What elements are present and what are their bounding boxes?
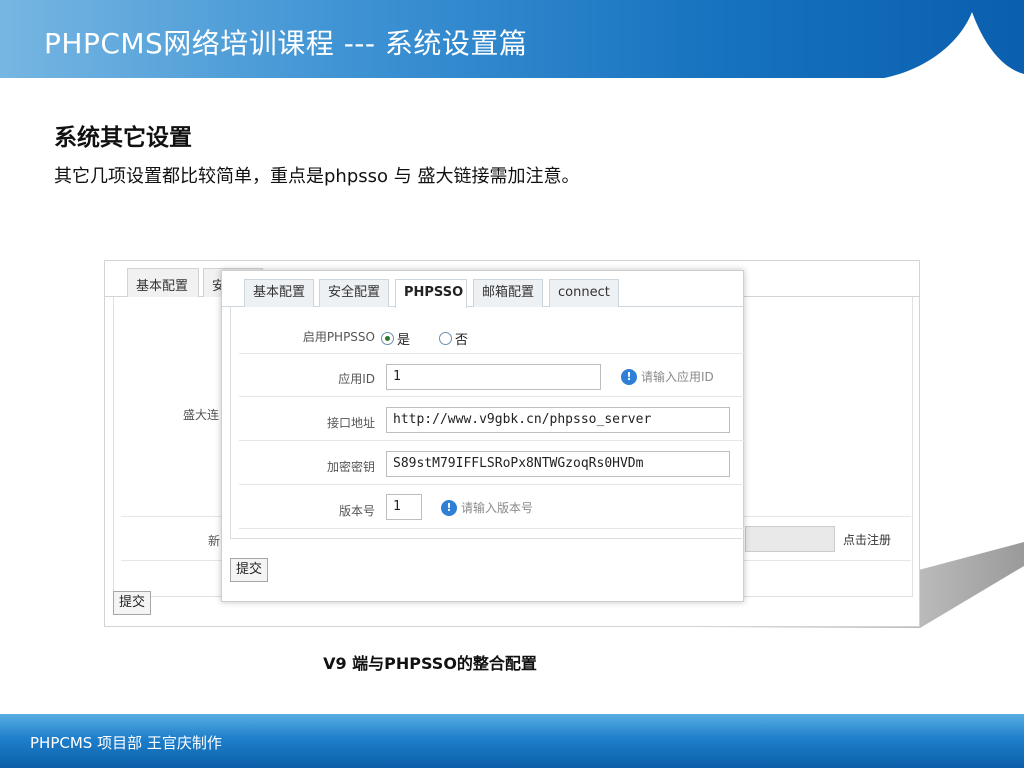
register-link[interactable]: 点击注册 xyxy=(843,531,891,548)
bg-submit-button[interactable]: 提交 xyxy=(113,591,152,615)
secret-key-input[interactable]: S89stM79IFFLSRoPx8NTWGzoqRs0HVDm xyxy=(386,451,730,477)
app-id-hint-text: 请输入应用ID xyxy=(641,370,714,384)
app-id-input[interactable]: 1 xyxy=(386,364,601,390)
tab-phpsso[interactable]: PHPSSO xyxy=(395,279,467,308)
tab-connect[interactable]: connect xyxy=(549,279,619,307)
header-curve-decoration xyxy=(884,12,1024,78)
api-url-label: 接口地址 xyxy=(326,416,375,430)
phpsso-tab-bar: 基本配置 安全配置 PHPSSO 邮箱配置 connect xyxy=(222,271,743,308)
form-divider xyxy=(239,440,745,441)
slide: PHPCMS网络培训课程 --- 系统设置篇 系统其它设置 其它几项设置都比较简… xyxy=(0,0,1024,768)
form-divider xyxy=(239,484,745,485)
phpsso-submit-button[interactable]: 提交 xyxy=(230,558,269,582)
tab-email-config[interactable]: 邮箱配置 xyxy=(473,279,543,307)
version-input[interactable]: 1 xyxy=(386,494,422,520)
bg-label-shanda: 盛大连 xyxy=(183,408,220,422)
secret-key-label: 加密密钥 xyxy=(326,460,375,474)
footer-banner: PHPCMS 项目部 王官庆制作 xyxy=(0,714,1024,768)
phpsso-form: 启用PHPSSO 是 否 应用ID 1 ! 请输入应用ID 接口地址 http:… xyxy=(230,307,745,539)
footer-text: PHPCMS 项目部 王官庆制作 xyxy=(30,734,222,752)
bg-tab-basic[interactable]: 基本配置 xyxy=(127,268,199,297)
info-icon: ! xyxy=(441,499,457,516)
section-title: 系统其它设置 xyxy=(54,125,192,151)
radio-selected-icon xyxy=(381,332,394,345)
info-icon: ! xyxy=(621,368,637,385)
api-url-input[interactable]: http://www.v9gbk.cn/phpsso_server xyxy=(386,407,730,433)
figure-caption: V9 端与PHPSSO的整合配置 xyxy=(323,654,537,673)
header-banner: PHPCMS网络培训课程 --- 系统设置篇 xyxy=(0,0,1024,78)
version-hint: ! 请输入版本号 xyxy=(441,499,533,516)
tab-security-config[interactable]: 安全配置 xyxy=(319,279,389,307)
enable-yes-radio[interactable]: 是 xyxy=(381,329,410,348)
phpsso-settings-panel: 基本配置 安全配置 PHPSSO 邮箱配置 connect 启用PHPSSO 是… xyxy=(221,270,745,602)
enable-no-label: 否 xyxy=(455,333,469,348)
app-id-label: 应用ID xyxy=(338,372,375,386)
tab-basic-config[interactable]: 基本配置 xyxy=(244,279,314,307)
enable-phpsso-label: 启用PHPSSO xyxy=(302,330,375,344)
form-divider xyxy=(239,396,745,397)
bg-register-input[interactable] xyxy=(745,526,835,552)
section-description: 其它几项设置都比较简单，重点是phpsso 与 盛大链接需加注意。 xyxy=(54,166,580,187)
header-title: PHPCMS网络培训课程 --- 系统设置篇 xyxy=(44,27,528,60)
enable-no-radio[interactable]: 否 xyxy=(439,329,468,348)
radio-empty-icon xyxy=(439,332,452,345)
version-hint-text: 请输入版本号 xyxy=(461,501,534,515)
version-label: 版本号 xyxy=(338,504,375,518)
form-divider xyxy=(239,353,745,354)
form-divider xyxy=(239,528,745,529)
enable-yes-label: 是 xyxy=(397,333,411,348)
bg-label-new: 新 xyxy=(208,534,221,548)
app-id-hint: ! 请输入应用ID xyxy=(621,368,714,385)
